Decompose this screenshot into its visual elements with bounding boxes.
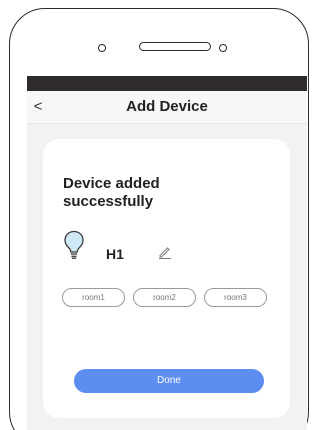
- phone-screen: < Add Device Device added successfully H…: [27, 76, 307, 430]
- room-chip-room1[interactable]: room1: [62, 288, 125, 307]
- speaker-icon: [139, 42, 211, 51]
- room-chip-room3[interactable]: room3: [204, 288, 267, 307]
- done-button[interactable]: Done: [74, 369, 264, 393]
- device-name: H1: [106, 246, 124, 262]
- status-bar: [27, 76, 307, 91]
- lightbulb-icon: [64, 230, 84, 259]
- stage: < Add Device Device added successfully H…: [0, 0, 315, 430]
- room-options: room1 room2 room3: [62, 288, 282, 310]
- page-title: Add Device: [126, 98, 208, 115]
- success-message: Device added successfully: [63, 175, 160, 210]
- room-chip-room2[interactable]: room2: [133, 288, 196, 307]
- success-card: Device added successfully H1 room1 room2…: [43, 139, 290, 418]
- camera-icon: [98, 44, 106, 52]
- pencil-icon[interactable]: [157, 244, 173, 260]
- nav-bar: < Add Device: [27, 91, 307, 124]
- sensor-icon: [219, 44, 227, 52]
